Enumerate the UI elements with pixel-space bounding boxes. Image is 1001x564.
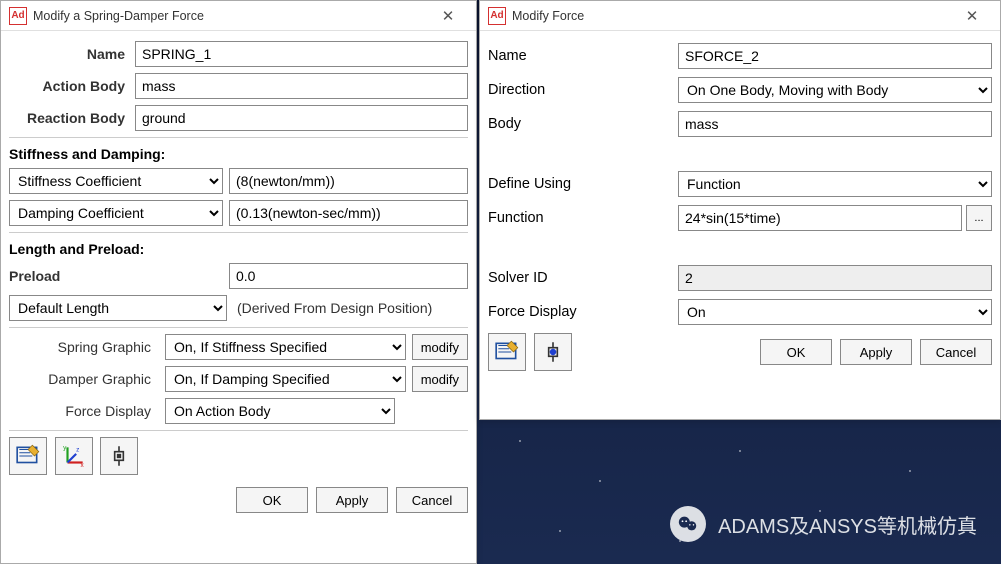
close-button[interactable]: ✕ — [426, 2, 470, 30]
force-display-label: Force Display — [9, 403, 159, 419]
app-logo-icon: Ad — [488, 7, 506, 25]
reaction-body-label: Reaction Body — [9, 110, 129, 126]
background-stars — [479, 420, 1001, 564]
axes-icon[interactable]: yxz — [55, 437, 93, 475]
stiffness-coefficient-input[interactable] — [229, 168, 468, 194]
default-length-select[interactable]: Default Length — [9, 295, 227, 321]
damper-graphic-modify-button[interactable]: modify — [412, 366, 468, 392]
function-input[interactable] — [678, 205, 962, 231]
apply-button[interactable]: Apply — [316, 487, 388, 513]
stiffness-damping-section: Stiffness and Damping: — [9, 146, 468, 162]
spring-graphic-modify-button[interactable]: modify — [412, 334, 468, 360]
name-label: Name — [488, 48, 678, 64]
solver-id-label: Solver ID — [488, 270, 678, 286]
watermark: ADAMS及ANSYS等机械仿真 — [670, 506, 977, 542]
wechat-icon — [670, 506, 706, 542]
force-display-select[interactable]: On Action Body — [165, 398, 395, 424]
damping-coefficient-input[interactable] — [229, 200, 468, 226]
modify-force-dialog: Ad Modify Force ✕ Name Direction On One … — [479, 0, 1001, 420]
preload-label: Preload — [9, 268, 223, 284]
direction-select[interactable]: On One Body, Moving with Body — [678, 77, 992, 103]
dialog-body: Name Direction On One Body, Moving with … — [480, 31, 1000, 377]
cancel-button[interactable]: Cancel — [920, 339, 992, 365]
titlebar: Ad Modify Force ✕ — [480, 1, 1000, 31]
preload-input[interactable] — [229, 263, 468, 289]
svg-text:z: z — [76, 447, 79, 454]
force-display-select[interactable]: On — [678, 299, 992, 325]
damping-coefficient-select[interactable]: Damping Coefficient — [9, 200, 223, 226]
apply-button[interactable]: Apply — [840, 339, 912, 365]
ok-button[interactable]: OK — [760, 339, 832, 365]
name-input[interactable] — [678, 43, 992, 69]
action-body-label: Action Body — [9, 78, 129, 94]
define-using-select[interactable]: Function — [678, 171, 992, 197]
body-label: Body — [488, 116, 678, 132]
damper-graphic-select[interactable]: On, If Damping Specified — [165, 366, 406, 392]
app-logo-icon: Ad — [9, 7, 27, 25]
define-using-label: Define Using — [488, 176, 678, 192]
edit-icon[interactable] — [488, 333, 526, 371]
svg-text:x: x — [80, 462, 84, 469]
damper-icon[interactable] — [534, 333, 572, 371]
dialog-footer: OK Apply Cancel — [1, 481, 476, 519]
spring-graphic-select[interactable]: On, If Stiffness Specified — [165, 334, 406, 360]
length-preload-section: Length and Preload: — [9, 241, 468, 257]
solver-id-input — [678, 265, 992, 291]
close-button[interactable]: ✕ — [950, 2, 994, 30]
direction-label: Direction — [488, 82, 678, 98]
ok-button[interactable]: OK — [236, 487, 308, 513]
body-input[interactable] — [678, 111, 992, 137]
force-display-label: Force Display — [488, 304, 678, 320]
function-label: Function — [488, 210, 678, 226]
cancel-button[interactable]: Cancel — [396, 487, 468, 513]
dialog-body: Name Action Body Reaction Body Stiffness… — [1, 31, 476, 481]
spring-graphic-label: Spring Graphic — [9, 339, 159, 355]
titlebar: Ad Modify a Spring-Damper Force ✕ — [1, 1, 476, 31]
action-body-input[interactable] — [135, 73, 468, 99]
function-browse-button[interactable]: ... — [966, 205, 992, 231]
derived-note: (Derived From Design Position) — [233, 300, 432, 316]
name-label: Name — [9, 46, 129, 62]
damper-icon[interactable] — [100, 437, 138, 475]
damper-graphic-label: Damper Graphic — [9, 371, 159, 387]
dialog-title: Modify a Spring-Damper Force — [33, 9, 426, 23]
watermark-text: ADAMS及ANSYS等机械仿真 — [718, 510, 977, 539]
spring-damper-dialog: Ad Modify a Spring-Damper Force ✕ Name A… — [0, 0, 477, 564]
dialog-title: Modify Force — [512, 9, 950, 23]
edit-icon[interactable] — [9, 437, 47, 475]
stiffness-coefficient-select[interactable]: Stiffness Coefficient — [9, 168, 223, 194]
name-input[interactable] — [135, 41, 468, 67]
reaction-body-input[interactable] — [135, 105, 468, 131]
